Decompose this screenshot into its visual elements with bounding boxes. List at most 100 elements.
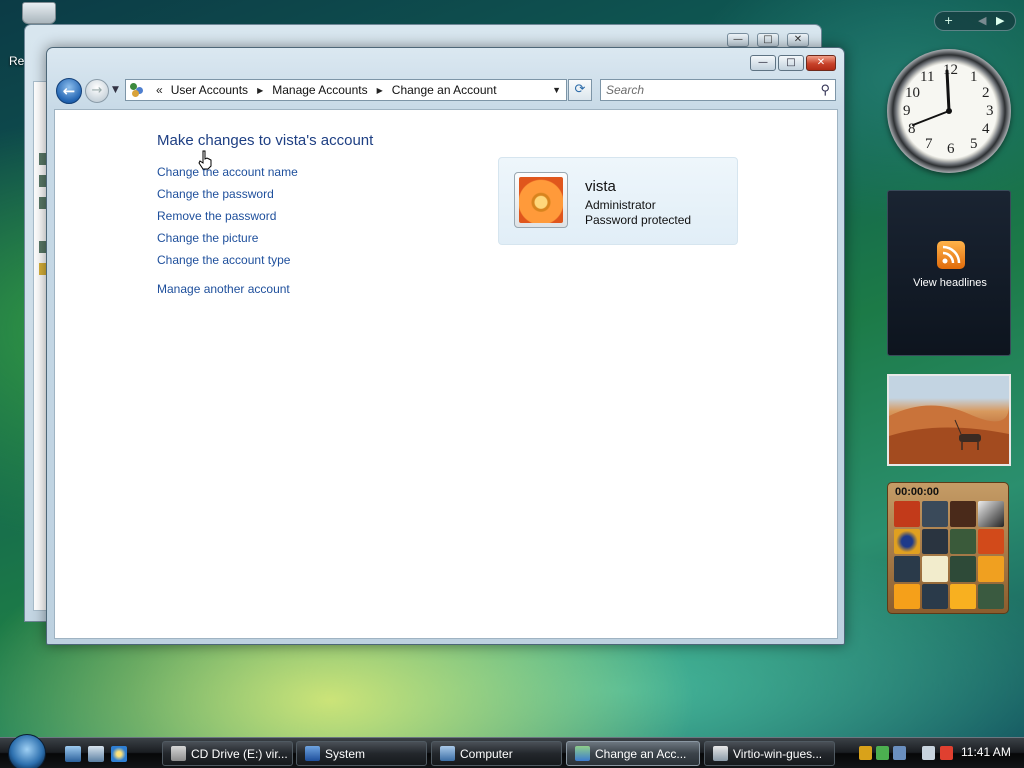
- flower-picture-icon: [519, 177, 563, 223]
- bg-close-button[interactable]: ✕: [787, 33, 809, 47]
- previous-page-icon[interactable]: ◀: [978, 14, 986, 27]
- taskbar-system[interactable]: System: [296, 741, 427, 766]
- hand-cursor-icon: [198, 150, 212, 170]
- breadcrumb-separator-icon[interactable]: ▶: [257, 86, 263, 95]
- taskbar: CD Drive (E:) vir... System Computer Cha…: [0, 734, 1024, 768]
- page-title: Make changes to vista's account: [157, 132, 374, 149]
- account-picture: [514, 172, 568, 228]
- puzzle-tile[interactable]: [978, 583, 1004, 609]
- puzzle-tile[interactable]: [950, 583, 976, 609]
- search-placeholder: Search: [606, 83, 645, 97]
- bg-minimize-button[interactable]: —: [727, 33, 749, 47]
- user-accounts-icon: [575, 746, 590, 761]
- taskbar-clock[interactable]: 11:41 AM: [961, 745, 1011, 759]
- back-button[interactable]: ←: [56, 78, 82, 104]
- refresh-button[interactable]: ⟳: [568, 79, 592, 101]
- manage-another-account-link[interactable]: Manage another account: [157, 282, 298, 304]
- puzzle-tile[interactable]: [894, 556, 920, 582]
- cd-drive-icon: [171, 746, 186, 761]
- recent-pages-dropdown[interactable]: ▼: [112, 85, 119, 95]
- oryx-desert-photo-icon: [889, 405, 1009, 464]
- breadcrumb-user-accounts[interactable]: User Accounts: [171, 83, 248, 97]
- breadcrumb-change-an-account[interactable]: Change an Account: [392, 83, 497, 97]
- maximize-button[interactable]: □: [778, 55, 804, 71]
- taskbar-button-label: System: [325, 747, 366, 761]
- change-account-type-link[interactable]: Change the account type: [157, 253, 298, 275]
- network-icon[interactable]: [922, 746, 935, 760]
- change-password-link[interactable]: Change the password: [157, 187, 298, 209]
- forward-button[interactable]: →: [85, 79, 109, 103]
- taskbar-computer[interactable]: Computer: [431, 741, 562, 766]
- puzzle-tile[interactable]: [922, 556, 948, 582]
- puzzle-tile[interactable]: [894, 528, 920, 554]
- taskbar-button-label: Change an Acc...: [595, 747, 687, 761]
- search-input[interactable]: Search ⚲: [600, 79, 836, 101]
- back-arrow-icon: ←: [62, 82, 76, 100]
- show-desktop-icon[interactable]: [65, 746, 81, 762]
- taskbar-button-label: CD Drive (E:) vir...: [191, 747, 288, 761]
- volume-muted-icon[interactable]: [940, 746, 953, 760]
- puzzle-timer: 00:00:00: [895, 486, 940, 498]
- picture-puzzle-gadget[interactable]: 00:00:00: [887, 482, 1009, 614]
- remove-password-link[interactable]: Remove the password: [157, 209, 298, 231]
- switch-windows-icon[interactable]: [88, 746, 104, 762]
- breadcrumb-manage-accounts[interactable]: Manage Accounts: [272, 83, 367, 97]
- puzzle-tile[interactable]: [922, 501, 948, 527]
- internet-explorer-icon[interactable]: [111, 746, 127, 762]
- minimize-button[interactable]: —: [750, 55, 776, 71]
- address-dropdown-icon[interactable]: ▼: [552, 85, 561, 95]
- puzzle-tile[interactable]: [922, 528, 948, 554]
- puzzle-tile[interactable]: [894, 501, 920, 527]
- puzzle-tile[interactable]: [894, 583, 920, 609]
- account-name: vista: [585, 178, 616, 195]
- address-bar[interactable]: « User Accounts ▶ Manage Accounts ▶ Chan…: [125, 79, 567, 101]
- puzzle-tile[interactable]: [978, 501, 1004, 527]
- bg-maximize-button[interactable]: □: [757, 33, 779, 47]
- next-page-icon[interactable]: ▶: [996, 14, 1004, 27]
- refresh-icon: ⟳: [574, 82, 586, 97]
- taskbar-button-label: Computer: [460, 747, 513, 761]
- windows-update-icon[interactable]: [893, 746, 906, 760]
- taskbar-virtio-installer[interactable]: Virtio-win-gues...: [704, 741, 835, 766]
- account-card: vista Administrator Password protected: [498, 157, 738, 245]
- clock-hands-icon: [912, 69, 952, 126]
- change-picture-link[interactable]: Change the picture: [157, 231, 298, 253]
- task-list: Change the account name Change the passw…: [157, 165, 298, 304]
- search-icon[interactable]: ⚲: [820, 82, 830, 98]
- puzzle-tile[interactable]: [950, 528, 976, 554]
- taskbar-cd-drive[interactable]: CD Drive (E:) vir...: [162, 741, 293, 766]
- start-button[interactable]: [8, 734, 46, 768]
- puzzle-grid[interactable]: [894, 501, 1004, 609]
- view-headlines-label[interactable]: View headlines: [888, 277, 1012, 289]
- forward-arrow-icon: →: [91, 83, 103, 98]
- puzzle-tile[interactable]: [950, 556, 976, 582]
- system-icon: [305, 746, 320, 761]
- slideshow-gadget[interactable]: [887, 374, 1011, 466]
- sidebar-controls: + ◀ ▶: [934, 11, 1016, 31]
- network-status-icon[interactable]: [876, 746, 889, 760]
- clock-gadget[interactable]: 12 1 2 3 4 5 6 7 8 9 10 11: [887, 49, 1011, 173]
- puzzle-tile[interactable]: [950, 501, 976, 527]
- title-buttons: — □ ✕: [750, 55, 836, 71]
- user-accounts-icon: [130, 83, 146, 97]
- account-password-status: Password protected: [585, 213, 692, 227]
- breadcrumb-separator-icon[interactable]: ▶: [377, 86, 383, 95]
- change-account-name-link[interactable]: Change the account name: [157, 165, 298, 187]
- security-shield-icon[interactable]: [859, 746, 872, 760]
- breadcrumb-overflow[interactable]: «: [156, 83, 163, 97]
- recycle-bin-icon[interactable]: [18, 2, 60, 26]
- rss-feed-icon: [937, 241, 965, 269]
- puzzle-tile[interactable]: [922, 583, 948, 609]
- puzzle-tile[interactable]: [978, 556, 1004, 582]
- installer-icon: [713, 746, 728, 761]
- taskbar-button-label: Virtio-win-gues...: [733, 747, 823, 761]
- add-gadget-icon[interactable]: +: [944, 14, 953, 27]
- taskbar-change-an-account[interactable]: Change an Acc...: [566, 741, 700, 766]
- feed-headlines-gadget[interactable]: View headlines: [887, 190, 1011, 356]
- puzzle-tile[interactable]: [978, 528, 1004, 554]
- account-type: Administrator: [585, 198, 656, 212]
- computer-icon: [440, 746, 455, 761]
- change-account-window[interactable]: — □ ✕ ← → ▼ « User Accounts ▶ Manage Acc…: [46, 47, 845, 645]
- close-button[interactable]: ✕: [806, 55, 836, 71]
- content-pane: Make changes to vista's account Change t…: [54, 109, 838, 639]
